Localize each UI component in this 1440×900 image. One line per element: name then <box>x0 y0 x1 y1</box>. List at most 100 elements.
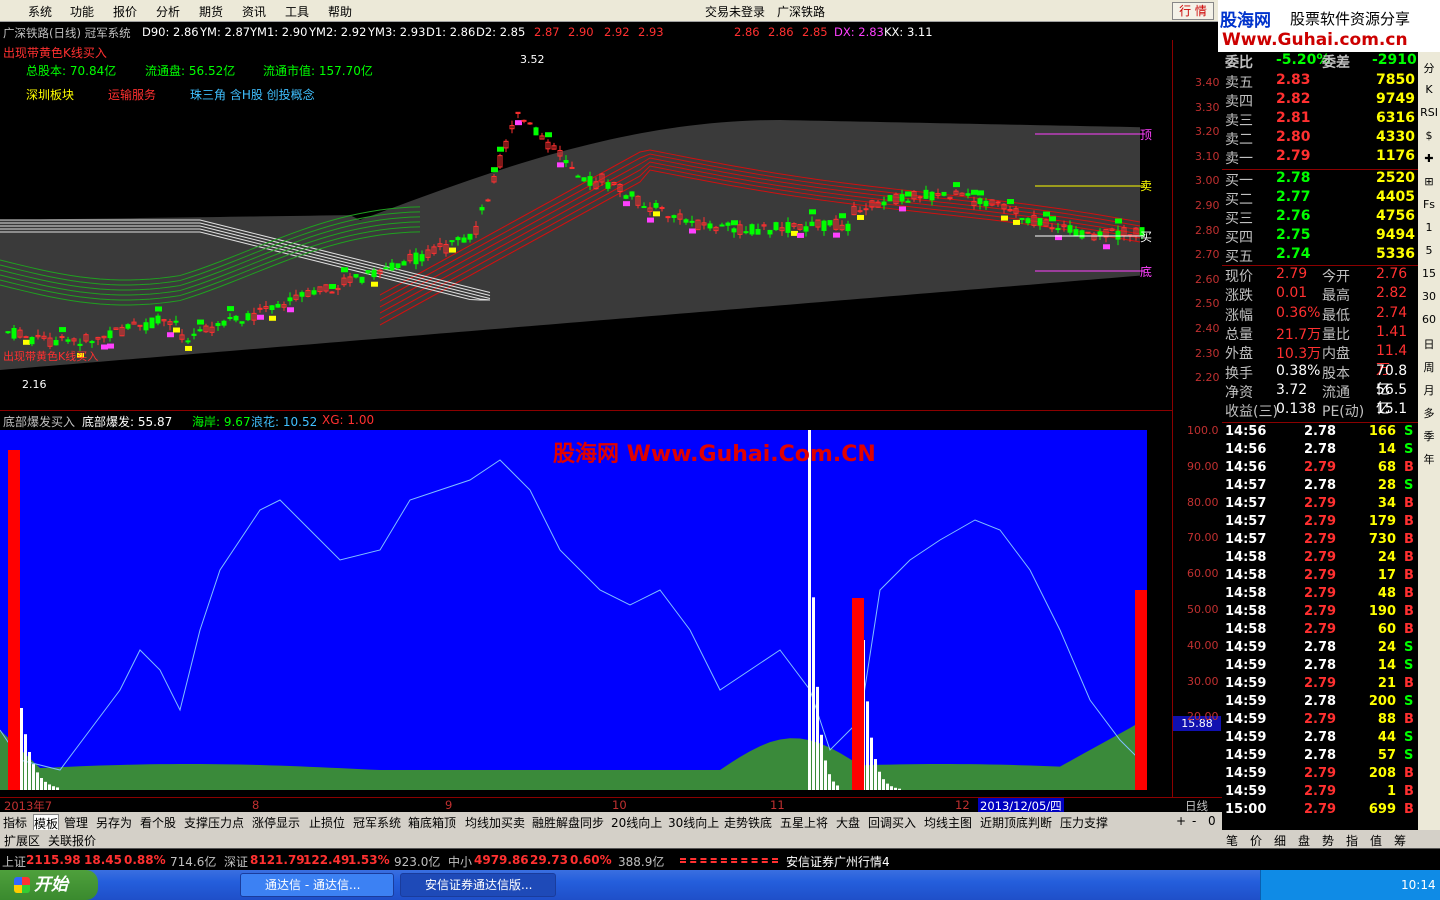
toolbar-button[interactable]: RSI <box>1418 106 1440 119</box>
toolbar-button[interactable]: 月 <box>1418 382 1440 398</box>
toolbar-button[interactable]: 季 <box>1418 428 1440 444</box>
template-tab[interactable]: 指标 <box>3 814 27 831</box>
template-tab[interactable]: 箱底箱顶 <box>408 814 456 831</box>
menu-analysis[interactable]: 分析 <box>156 3 180 20</box>
tab-scroll-button[interactable]: 0 <box>1208 814 1216 828</box>
zx-amount: 388.9亿 <box>618 855 665 869</box>
menu-system[interactable]: 系统 <box>28 3 52 20</box>
toolbar-button[interactable]: $ <box>1418 129 1440 142</box>
sz-index[interactable]: 8121.79 <box>250 853 305 867</box>
expand-area-button[interactable]: 扩展区 <box>4 832 40 849</box>
template-tab[interactable]: 均线加买卖 <box>465 814 525 831</box>
toolbar-button[interactable]: 周 <box>1418 359 1440 375</box>
price-tick: 2.40 <box>1195 322 1220 335</box>
menu-quote[interactable]: 报价 <box>113 3 137 20</box>
toolbar-button[interactable]: Fs <box>1418 198 1440 211</box>
sz-pct: 1.53% <box>348 853 390 867</box>
ym-value: YM: 2.87 <box>200 25 251 39</box>
indicator-tick: 90.00 <box>1187 459 1219 473</box>
date-tick: 12 <box>955 798 970 812</box>
quote-panel-tab[interactable]: 筹 <box>1394 832 1406 849</box>
template-tab[interactable]: 30线向上 <box>668 814 719 831</box>
template-tab[interactable]: 另存为 <box>96 814 132 831</box>
candle <box>1079 229 1085 240</box>
indicator-tick: 80.00 <box>1187 495 1219 509</box>
quote-stat-row: 收益(三) 0.138 PE(动) 15.1 <box>1225 401 1408 421</box>
quote-panel-tabs: 笔价细盘势指值筹 <box>1222 830 1440 848</box>
toolbar-button[interactable]: 5 <box>1418 244 1440 257</box>
tick-row: 14:59 2.79 1 B <box>1225 784 1414 799</box>
indicator-bar <box>890 786 893 790</box>
toolbar-button[interactable]: 1 <box>1418 221 1440 234</box>
date-tick: 11 <box>770 798 785 812</box>
menu-futures[interactable]: 期货 <box>199 3 223 20</box>
quote-panel-tab[interactable]: 盘 <box>1298 832 1310 849</box>
buy-level-row: 买二 2.77 4405 <box>1225 189 1415 208</box>
price-axis: 3.40 3.30 3.20 3.10 3.00 2.90 2.80 2.70 2.60 2.50… <box>1172 40 1222 410</box>
template-tab[interactable]: 回调买入 <box>868 814 916 831</box>
toolbar-button[interactable]: 30 <box>1418 290 1440 303</box>
menu-news[interactable]: 资讯 <box>242 3 266 20</box>
menu-help[interactable]: 帮助 <box>328 3 352 20</box>
toolbar-button[interactable]: 多 <box>1418 405 1440 421</box>
quote-panel-tab[interactable]: 细 <box>1274 832 1286 849</box>
toolbar-button[interactable]: ⊞ <box>1418 175 1440 188</box>
template-tab[interactable]: 压力支撑 <box>1060 814 1108 831</box>
indicator-bar <box>878 771 881 790</box>
taskbar-item-anxin[interactable]: 安信证券通达信版... <box>400 873 556 897</box>
r5-value: 2.86 <box>734 25 760 39</box>
quote-panel-tab[interactable]: 势 <box>1322 832 1334 849</box>
template-tab[interactable]: 支撑压力点 <box>184 814 244 831</box>
signal-bar <box>1135 590 1147 790</box>
main-kline-chart[interactable] <box>0 40 1172 410</box>
template-tab[interactable]: 近期顶底判断 <box>980 814 1052 831</box>
start-label: 开始 <box>34 875 68 895</box>
buy-level-row: 买五 2.74 5336 <box>1225 246 1415 265</box>
template-tab[interactable]: 均线主图 <box>924 814 972 831</box>
toolbar-button[interactable]: 15 <box>1418 267 1440 280</box>
toolbar-button[interactable]: 年 <box>1418 451 1440 467</box>
menu-function[interactable]: 功能 <box>70 3 94 20</box>
template-tab[interactable]: 20线向上 <box>611 814 662 831</box>
template-tab[interactable]: 止损位 <box>309 814 345 831</box>
zx-pct: 0.60% <box>570 853 612 867</box>
tick-row: 14:57 2.78 28 S <box>1225 478 1414 493</box>
indicator-bar <box>816 686 819 790</box>
toolbar-button[interactable]: 日 <box>1418 336 1440 352</box>
quote-panel-tab[interactable]: 值 <box>1370 832 1382 849</box>
template-tab[interactable]: 看个股 <box>140 814 176 831</box>
quote-panel-tab[interactable]: 笔 <box>1226 832 1238 849</box>
sh-pct: 0.88% <box>124 853 166 867</box>
toolbar-button[interactable]: 60 <box>1418 313 1440 326</box>
indicator-bar <box>874 759 877 790</box>
toolbar-button[interactable]: K <box>1418 83 1440 96</box>
quote-stat-row: 现价 2.79 今开 2.76 <box>1225 266 1408 285</box>
tab-scroll-button[interactable]: - <box>1192 814 1196 828</box>
related-quote-button[interactable]: 关联报价 <box>48 832 96 849</box>
template-tab[interactable]: 五星上将 <box>780 814 828 831</box>
zx-label: 中小 <box>448 855 473 869</box>
indicator-chart[interactable] <box>0 430 1147 790</box>
indicator-bar <box>824 760 827 790</box>
sh-index[interactable]: 2115.98 <box>26 853 81 867</box>
template-tab[interactable]: 涨停显示 <box>252 814 300 831</box>
tick-row: 14:59 2.78 44 S <box>1225 730 1414 745</box>
date-axis: 2013年7 8 9 10 11 12 2013/12/05/四 日线 <box>0 797 1222 814</box>
quote-panel-tab[interactable]: 价 <box>1250 832 1262 849</box>
zx-index[interactable]: 4979.86 <box>474 853 529 867</box>
toolbar-button[interactable]: 分 <box>1418 60 1440 76</box>
template-tab[interactable]: 融胜解盘同步 <box>532 814 604 831</box>
signal-bar <box>852 598 864 790</box>
template-tab[interactable]: 走势铁底 <box>724 814 772 831</box>
menu-tools[interactable]: 工具 <box>285 3 309 20</box>
taskbar-item-tdx[interactable]: 通达信 - 通达信... <box>240 873 394 897</box>
template-tab[interactable]: 冠军系统 <box>353 814 401 831</box>
toolbar-button[interactable]: ✚ <box>1418 152 1440 165</box>
template-tab[interactable]: 管理 <box>64 814 88 831</box>
indicator-name[interactable]: 底部爆发买入 <box>3 413 75 430</box>
quote-button[interactable]: 行 情 <box>1172 2 1214 20</box>
signal-bar <box>8 450 20 790</box>
template-tab[interactable]: 大盘 <box>836 814 860 831</box>
tab-scroll-button[interactable]: + <box>1176 814 1186 828</box>
quote-panel-tab[interactable]: 指 <box>1346 832 1358 849</box>
